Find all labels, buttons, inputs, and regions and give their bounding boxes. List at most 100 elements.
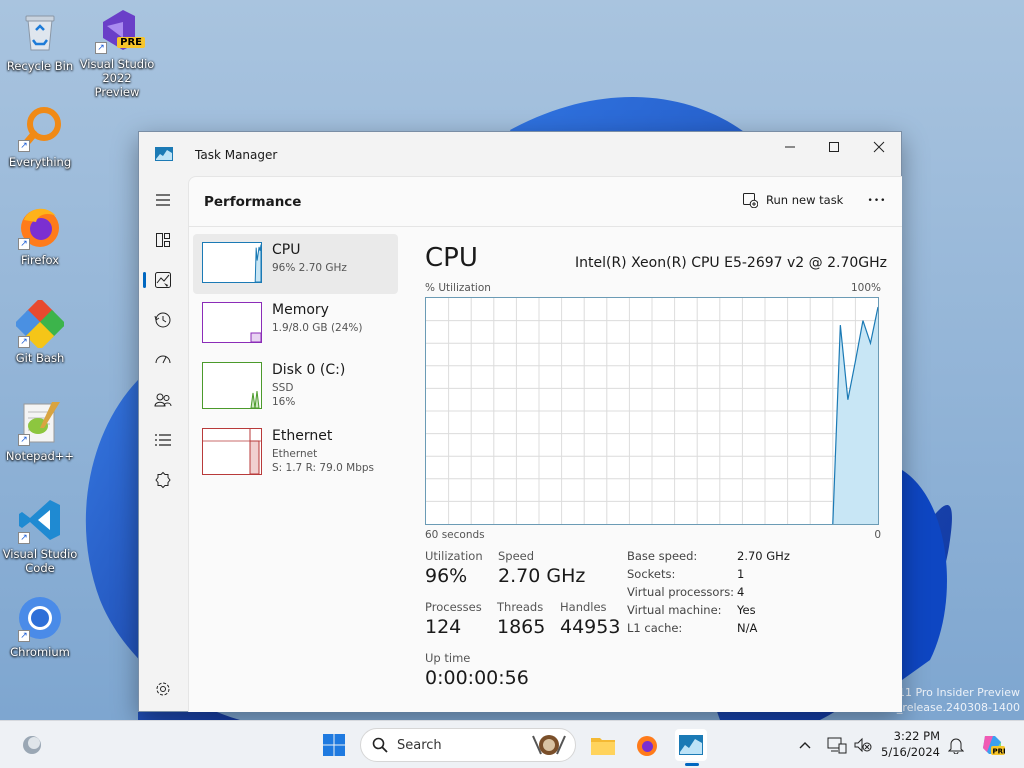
watermark-line: e_release.240308-1400 (890, 701, 1020, 714)
hamburger-menu-button[interactable] (147, 184, 179, 216)
stat-threads: Threads 1865 (497, 600, 545, 638)
search-highlight-icon (532, 735, 566, 755)
stat-utilization: Utilization 96% (425, 549, 483, 587)
device-list: CPU 96% 2.70 GHz Memory 1.9/8.0 GB (24%)… (193, 234, 398, 480)
show-hidden-icons-button[interactable] (789, 729, 821, 761)
taskbar-firefox[interactable] (631, 729, 663, 761)
clock-time: 3:22 PM (893, 729, 940, 743)
nav-settings[interactable] (147, 673, 179, 705)
clock-date: 5/16/2024 (881, 745, 940, 759)
taskbar-search-box[interactable]: Search (360, 728, 576, 762)
nav-details[interactable] (147, 424, 179, 456)
users-icon (154, 393, 172, 407)
spec-value: 1 (737, 567, 745, 581)
desktop-icon-notepad-plus-plus[interactable]: ↗ Notepad++ (0, 398, 80, 463)
hamburger-icon (156, 194, 170, 206)
spec-value: 2.70 GHz (737, 549, 790, 563)
run-new-task-icon (743, 193, 758, 208)
x-axis-left-label: 60 seconds (425, 529, 485, 541)
desktop-icon-git-bash[interactable]: ↗ Git Bash (0, 297, 80, 365)
firefox-icon: ↗ (16, 202, 64, 250)
device-item-cpu[interactable]: CPU 96% 2.70 GHz (193, 234, 398, 294)
device-name: Memory (272, 302, 329, 318)
taskbar-clock[interactable]: 3:22 PM 5/16/2024 (880, 728, 940, 760)
pre-badge: PRE (117, 37, 145, 48)
device-sub: S: 1.7 R: 79.0 Mbps (272, 462, 375, 474)
minimize-button[interactable] (767, 132, 813, 162)
stat-processes: Processes 124 (425, 600, 482, 638)
taskbar-file-explorer[interactable] (587, 729, 619, 761)
stat-label: Handles (560, 600, 607, 614)
nav-processes[interactable] (147, 224, 179, 256)
stat-value: 124 (425, 616, 462, 638)
spec-key: Base speed: (627, 549, 698, 563)
spec-value: Yes (737, 603, 756, 617)
y-axis-label: % Utilization (425, 282, 491, 294)
taskbar-task-manager[interactable] (675, 729, 707, 766)
notifications-button[interactable] (940, 729, 972, 761)
notepad-plus-plus-icon: ↗ (16, 398, 64, 446)
device-item-memory[interactable]: Memory 1.9/8.0 GB (24%) (193, 294, 398, 354)
memory-thumbnail (202, 302, 262, 343)
run-new-task-button[interactable]: Run new task (742, 192, 843, 208)
chevron-up-icon (799, 742, 811, 749)
desktop-icon-chromium[interactable]: ↗ Chromium (0, 594, 80, 659)
close-button[interactable] (856, 132, 902, 162)
more-options-button[interactable]: ••• (859, 189, 895, 213)
cpu-thumbnail (202, 242, 262, 283)
spec-key: Sockets: (627, 567, 676, 581)
file-explorer-icon (591, 738, 615, 755)
app-history-icon (154, 312, 171, 328)
start-button[interactable] (318, 729, 350, 761)
spec-sockets: Sockets: 1 (627, 567, 744, 581)
desktop-icon-vscode[interactable]: ↗ Visual Studio Code (0, 496, 80, 575)
chart-grid (426, 298, 878, 524)
desktop-icon-label: Git Bash (15, 351, 65, 365)
nav-selection-indicator (143, 272, 146, 288)
device-item-ethernet[interactable]: Ethernet Ethernet S: 1.7 R: 79.0 Mbps (193, 420, 398, 480)
desktop-icon-label: Everything (8, 155, 72, 169)
startup-apps-icon (155, 355, 171, 364)
desktop-icon-firefox[interactable]: ↗ Firefox (0, 202, 80, 267)
task-manager-icon (679, 735, 703, 755)
stat-value: 96% (425, 565, 468, 587)
volume-button[interactable] (847, 729, 879, 761)
device-sub: 96% 2.70 GHz (272, 262, 347, 274)
shortcut-arrow-icon: ↗ (18, 140, 30, 152)
widgets-button[interactable] (16, 729, 48, 761)
watermark-line: 11 Pro Insider Preview (897, 686, 1020, 699)
chromium-icon: ↗ (16, 594, 64, 642)
nav-app-history[interactable] (147, 304, 179, 336)
device-name: CPU (272, 242, 301, 258)
active-app-indicator (685, 763, 699, 766)
desktop-icon-visual-studio-preview[interactable]: PRE ↗ Visual Studio 2022 Preview (77, 6, 157, 99)
cpu-model: Intel(R) Xeon(R) CPU E5-2697 v2 @ 2.70GH… (575, 255, 887, 271)
spec-l1-cache: L1 cache: N/A (627, 621, 757, 635)
page-title: Performance (204, 194, 302, 210)
nav-startup-apps[interactable] (147, 344, 179, 376)
nav-users[interactable] (147, 384, 179, 416)
bell-icon (948, 738, 964, 754)
cpu-utilization-chart (425, 297, 879, 525)
taskbar: Search 3:22 PM 5/16/2024 PRE (0, 720, 1024, 768)
spec-virtual-machine: Virtual machine: Yes (627, 603, 756, 617)
volume-muted-icon (854, 737, 872, 753)
device-item-disk[interactable]: Disk 0 (C:) SSD 16% (193, 354, 398, 414)
nav-performance[interactable] (147, 264, 179, 296)
desktop-icon-everything[interactable]: ↗ Everything (0, 104, 80, 169)
nav-services[interactable] (147, 464, 179, 496)
maximize-button[interactable] (811, 132, 857, 162)
shortcut-arrow-icon: ↗ (18, 630, 30, 642)
insider-watermark: 11 Pro Insider Preview e_release.240308-… (890, 685, 1020, 715)
details-icon (155, 434, 171, 446)
stat-speed: Speed 2.70 GHz (498, 549, 585, 587)
stat-uptime: Up time 0:00:00:56 (425, 651, 529, 689)
device-sub: SSD (272, 382, 294, 394)
desktop-icon-recycle-bin[interactable]: Recycle Bin (0, 8, 80, 73)
stat-handles: Handles 44953 (560, 600, 620, 638)
copilot-button[interactable]: PRE (976, 729, 1008, 761)
firefox-icon (637, 736, 657, 756)
desktop-icon-label: Notepad++ (5, 449, 75, 463)
title-bar[interactable]: Task Manager (139, 132, 901, 176)
desktop-icon-label: Chromium (10, 645, 70, 659)
